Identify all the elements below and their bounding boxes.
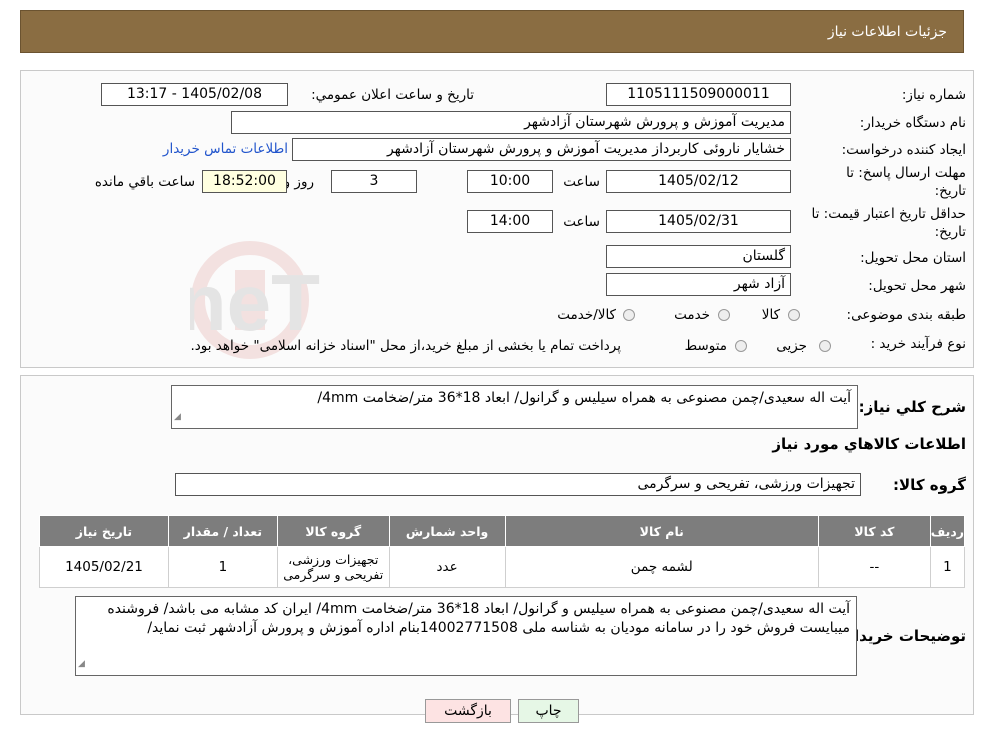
deadline-time-field: 10:00 — [467, 170, 553, 193]
goods-table-wrap: رديف کد کالا نام کالا واحد شمارش گروه کا… — [39, 515, 966, 588]
cell-quantity: 1 — [167, 546, 278, 588]
category-label: طبقه بندی موضوعی: — [846, 307, 966, 323]
goods-group-field: تجهیزات ورزشی، تفریحی و سرگرمی — [175, 473, 861, 496]
watermark-text: AriaTender.neT — [190, 258, 320, 347]
cell-item-code: -- — [817, 546, 931, 588]
col-item-code: کد کالا — [817, 515, 931, 547]
buyer-notes-textarea[interactable]: آیت اله سعیدی/چمن مصنوعی به همراه سیلیس … — [75, 596, 857, 676]
requester-field: خشایار ناروئی کاربرداز مدیریت آموزش و پر… — [292, 138, 791, 161]
process-option-medium: متوسط — [684, 338, 727, 354]
col-unit: واحد شمارش — [388, 515, 506, 547]
col-quantity: تعداد / مقدار — [167, 515, 278, 547]
buyer-notes-text: آیت اله سعیدی/چمن مصنوعی به همراه سیلیس … — [107, 601, 850, 636]
need-number-label: شماره نیاز: — [901, 87, 966, 103]
back-button[interactable]: بازگشت — [425, 699, 511, 723]
price-valid-label-2: تاریخ: — [934, 224, 966, 240]
process-radio-minor[interactable] — [819, 340, 831, 352]
process-radio-medium[interactable] — [735, 340, 747, 352]
goods-table: رديف کد کالا نام کالا واحد شمارش گروه کا… — [39, 515, 966, 588]
province-label: استان محل تحویل: — [860, 250, 966, 266]
page-title: جزئیات اطلاعات نیاز — [827, 24, 947, 40]
category-radio-goods[interactable] — [788, 309, 800, 321]
announce-field: 1405/02/08 - 13:17 — [101, 83, 288, 106]
need-desc-textarea[interactable]: آیت اله سعیدی/چمن مصنوعی به همراه سیلیس … — [171, 385, 858, 429]
deadline-label-2: تاریخ: — [934, 183, 966, 199]
category-option-service: خدمت — [674, 307, 710, 323]
remaining-time-field: 18:52:00 — [202, 170, 287, 193]
cell-row-number: 1 — [929, 546, 966, 588]
remaining-label: ساعت باقي مانده — [94, 174, 195, 190]
deadline-label: مهلت ارسال پاسخ: تا — [846, 165, 966, 181]
city-label: شهر محل تحویل: — [868, 278, 966, 294]
province-field: گلستان — [606, 245, 791, 268]
city-field: آزاد شهر — [606, 273, 791, 296]
table-header-row: رديف کد کالا نام کالا واحد شمارش گروه کا… — [39, 515, 966, 547]
resize-grip-icon[interactable]: ◢ — [78, 655, 85, 674]
page-header: جزئیات اطلاعات نیاز — [20, 10, 964, 53]
buyer-notes-label: توضیحات خریدار: — [839, 627, 966, 645]
buyer-contact-link[interactable]: اطلاعات تماس خریدار — [163, 141, 288, 157]
category-option-goods-service: کالا/خدمت — [557, 307, 616, 323]
cell-need-date: 1405/02/21 — [39, 546, 169, 588]
cell-group: تجهیزات ورزشی، تفریحی و سرگرمی — [276, 546, 390, 588]
resize-grip-icon[interactable]: ◢ — [174, 408, 181, 427]
category-option-goods: کالا — [761, 307, 780, 323]
price-valid-date-field: 1405/02/31 — [606, 210, 791, 233]
goods-group-label: گروه کالا: — [893, 476, 966, 494]
price-valid-time-field: 14:00 — [467, 210, 553, 233]
need-number-field: 1105111509000011 — [606, 83, 791, 106]
category-radio-service[interactable] — [718, 309, 730, 321]
col-item-name: نام کالا — [504, 515, 819, 547]
buyer-org-label: نام دستگاه خریدار: — [859, 115, 966, 131]
col-group: گروه کالا — [276, 515, 390, 547]
price-valid-label: حداقل تاریخ اعتبار قیمت: تا — [811, 206, 966, 222]
need-desc-label: شرح کلي نياز: — [858, 398, 966, 416]
need-desc-text: آیت اله سعیدی/چمن مصنوعی به همراه سیلیس … — [317, 390, 851, 406]
cell-item-name: لشمه چمن — [504, 546, 819, 588]
goods-info-title: اطلاعات کالاهاي مورد نياز — [772, 435, 966, 453]
cell-unit: عدد — [388, 546, 506, 588]
requester-label: ایجاد کننده درخواست: — [841, 142, 966, 158]
category-radio-goods-service[interactable] — [623, 309, 635, 321]
table-row: 1 -- لشمه چمن عدد تجهیزات ورزشی، تفریحی … — [39, 546, 966, 588]
process-option-minor: جزیی — [776, 338, 807, 354]
deadline-time-label: ساعت — [563, 174, 600, 190]
days-field: 3 — [331, 170, 417, 193]
days-label: روز و — [283, 174, 314, 190]
process-note: پرداخت تمام یا بخشی از مبلغ خرید،از محل … — [190, 338, 621, 354]
announce-label: تاریخ و ساعت اعلان عمومي: — [311, 87, 474, 103]
price-valid-time-label: ساعت — [563, 214, 600, 230]
col-row-number: رديف — [929, 515, 966, 547]
process-label: نوع فرآیند خرید : — [870, 336, 966, 352]
col-need-date: تاریخ نیاز — [39, 515, 169, 547]
deadline-date-field: 1405/02/12 — [606, 170, 791, 193]
print-button[interactable]: چاپ — [518, 699, 579, 723]
buyer-org-field: مدیریت آموزش و پرورش شهرستان آزادشهر — [231, 111, 791, 134]
